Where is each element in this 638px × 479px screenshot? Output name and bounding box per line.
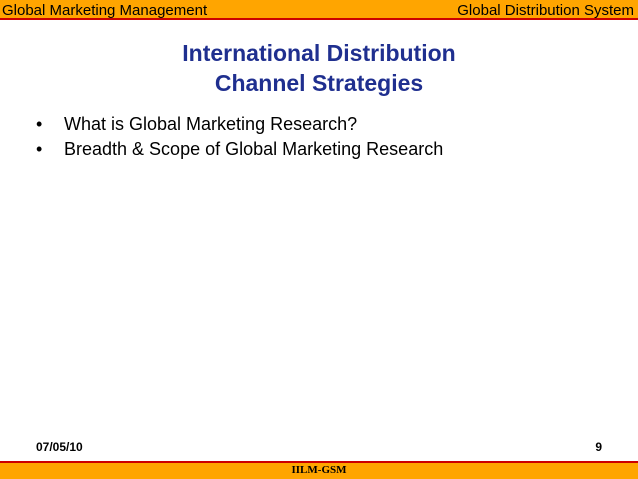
slide-title: International Distribution Channel Strat…	[0, 38, 638, 98]
slide-title-line-2: Channel Strategies	[214, 70, 424, 96]
header-section-title: Global Distribution System	[457, 2, 634, 19]
header-bar: Global Marketing Management Global Distr…	[0, 0, 638, 20]
footer-institution: IILM-GSM	[291, 464, 347, 476]
bullet-item: • What is Global Marketing Research?	[36, 112, 443, 137]
bullet-list: • What is Global Marketing Research? • B…	[36, 112, 443, 162]
footer-page-number: 9	[595, 440, 602, 454]
footer-bar: IILM-GSM	[0, 461, 638, 479]
slide-title-line-1: International Distribution	[182, 40, 456, 66]
bullet-dot-icon: •	[36, 114, 43, 134]
bullet-item: • Breadth & Scope of Global Marketing Re…	[36, 137, 443, 162]
bullet-dot-icon: •	[36, 139, 43, 159]
bullet-text: What is Global Marketing Research?	[64, 114, 358, 134]
footer-date: 07/05/10	[36, 440, 83, 454]
header-course-title: Global Marketing Management	[2, 2, 208, 19]
bullet-text: Breadth & Scope of Global Marketing Rese…	[64, 139, 444, 159]
